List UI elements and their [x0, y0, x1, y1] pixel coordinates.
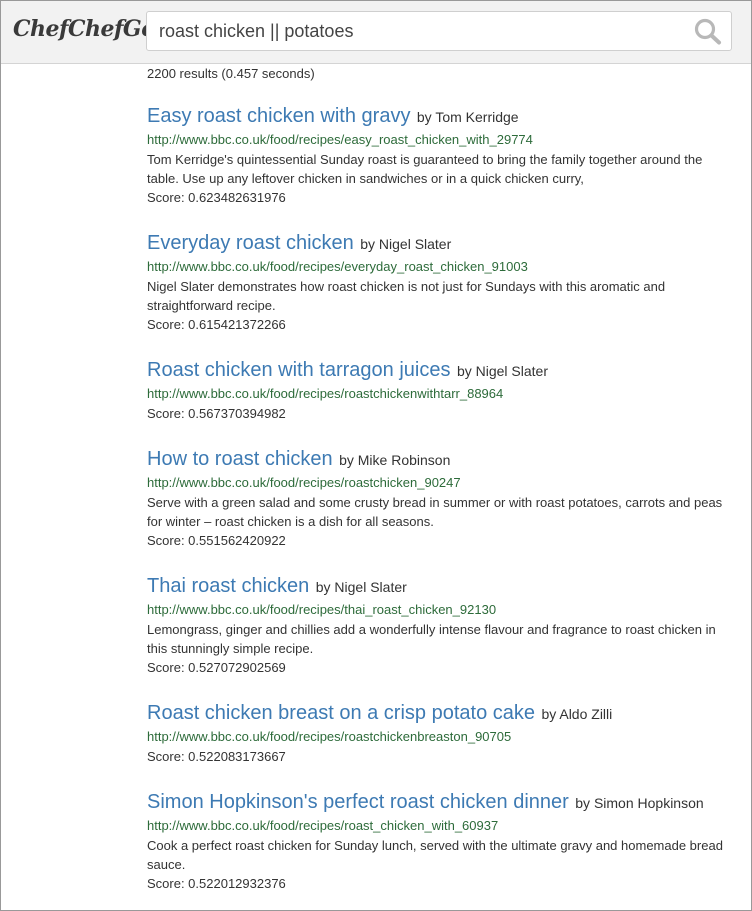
- result-author: by Aldo Zilli: [541, 706, 613, 722]
- result-url-link[interactable]: http://www.bbc.co.uk/food/recipes/everyd…: [147, 257, 737, 277]
- result-title-link[interactable]: Thai roast chicken: [147, 575, 309, 597]
- result-score: Score: 0.527072902569: [147, 660, 286, 675]
- result-title-link[interactable]: Easy roast chicken with gravy: [147, 105, 410, 127]
- logo[interactable]: ChefChefGo: [13, 16, 156, 42]
- result-item: Everyday roast chicken by Nigel Slater h…: [147, 231, 737, 335]
- result-score: Score: 0.522012932376: [147, 876, 286, 891]
- result-description: Tom Kerridge's quintessential Sunday roa…: [147, 152, 703, 186]
- search-box: [146, 11, 732, 51]
- result-item: Simon Hopkinson's perfect roast chicken …: [147, 790, 737, 894]
- result-title-line: Roast chicken breast on a crisp potato c…: [147, 701, 737, 727]
- result-title-link[interactable]: How to roast chicken: [147, 448, 333, 470]
- result-description: Nigel Slater demonstrates how roast chic…: [147, 279, 666, 313]
- search-button[interactable]: [693, 17, 723, 45]
- result-item: Roast chicken with tarragon juices by Ni…: [147, 358, 737, 424]
- result-author: by Nigel Slater: [456, 363, 548, 379]
- result-url-link[interactable]: http://www.bbc.co.uk/food/recipes/roastc…: [147, 473, 737, 493]
- result-item: Thai roast chicken by Nigel Slater http:…: [147, 574, 737, 678]
- result-title-link[interactable]: Roast chicken breast on a crisp potato c…: [147, 702, 535, 724]
- result-description: Lemongrass, ginger and chillies add a wo…: [147, 622, 716, 656]
- result-title-link[interactable]: Simon Hopkinson's perfect roast chicken …: [147, 791, 569, 813]
- result-description: Serve with a green salad and some crusty…: [147, 495, 723, 529]
- result-title-line: Everyday roast chicken by Nigel Slater: [147, 231, 737, 257]
- result-title-line: Easy roast chicken with gravy by Tom Ker…: [147, 104, 737, 130]
- result-title-line: Thai roast chicken by Nigel Slater: [147, 574, 737, 600]
- result-title-link[interactable]: Roast chicken with tarragon juices: [147, 359, 450, 381]
- page-frame: ChefChefGo 2200 results (0.457 seconds) …: [0, 0, 752, 911]
- header-bar: ChefChefGo: [1, 1, 751, 64]
- result-author: by Simon Hopkinson: [575, 795, 704, 811]
- result-description: Cook a perfect roast chicken for Sunday …: [147, 838, 723, 872]
- search-input[interactable]: [147, 12, 687, 50]
- result-item: How to roast chicken by Mike Robinson ht…: [147, 447, 737, 551]
- result-title-line: How to roast chicken by Mike Robinson: [147, 447, 737, 473]
- result-author: by Nigel Slater: [360, 236, 452, 252]
- result-score: Score: 0.551562420922: [147, 533, 286, 548]
- result-title-link[interactable]: Everyday roast chicken: [147, 232, 354, 254]
- result-score: Score: 0.522083173667: [147, 749, 286, 764]
- result-score: Score: 0.615421372266: [147, 317, 286, 332]
- result-url-link[interactable]: http://www.bbc.co.uk/food/recipes/roastc…: [147, 727, 737, 747]
- results-list: Easy roast chicken with gravy by Tom Ker…: [147, 104, 737, 910]
- result-url-link[interactable]: http://www.bbc.co.uk/food/recipes/roastc…: [147, 384, 737, 404]
- results-count: 2200 results (0.457 seconds): [147, 66, 315, 81]
- result-score: Score: 0.567370394982: [147, 406, 286, 421]
- result-score: Score: 0.623482631976: [147, 190, 286, 205]
- result-author: by Nigel Slater: [315, 579, 407, 595]
- magnifier-icon: [693, 17, 723, 45]
- result-url-link[interactable]: http://www.bbc.co.uk/food/recipes/easy_r…: [147, 130, 737, 150]
- result-url-link[interactable]: http://www.bbc.co.uk/food/recipes/thai_r…: [147, 600, 737, 620]
- result-author: by Tom Kerridge: [416, 109, 519, 125]
- result-author: by Mike Robinson: [339, 452, 451, 468]
- result-title-line: Simon Hopkinson's perfect roast chicken …: [147, 790, 737, 816]
- result-item: Easy roast chicken with gravy by Tom Ker…: [147, 104, 737, 208]
- result-item: Roast chicken breast on a crisp potato c…: [147, 701, 737, 767]
- result-title-line: Roast chicken with tarragon juices by Ni…: [147, 358, 737, 384]
- result-url-link[interactable]: http://www.bbc.co.uk/food/recipes/roast_…: [147, 816, 737, 836]
